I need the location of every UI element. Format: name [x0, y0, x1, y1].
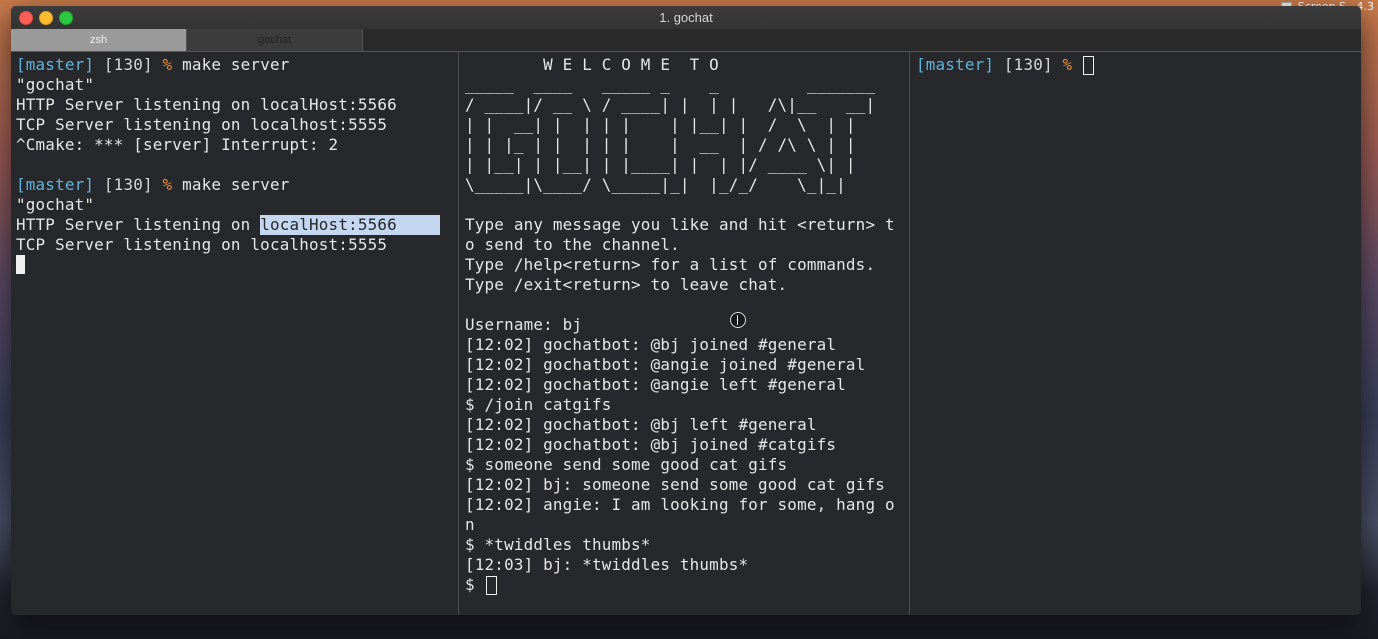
prompt-line: [master] [130] % make server [16, 55, 440, 75]
chat-line: Username: bj [465, 315, 583, 334]
selected-text[interactable]: localHost:5566 [260, 215, 441, 235]
command-text: make server [172, 175, 290, 194]
output-line: HTTP Server listening on localHost:5566 [16, 215, 441, 235]
terminal-cursor [1083, 56, 1095, 75]
prompt-symbol: % [1062, 55, 1073, 74]
output-line: HTTP Server listening on localHost:5566 [16, 95, 397, 114]
chat-line: [12:02] gochatbot: @angie left #general [465, 375, 846, 394]
intro-line: Type /exit<return> to leave chat. [465, 275, 788, 294]
output-line: ^Cmake: *** [server] Interrupt: 2 [16, 135, 339, 154]
terminal-window: 1. gochat zsh gochat [master] [130] % ma… [11, 6, 1361, 615]
ascii-art-line: | | __| | | | | | |__| | / \ | | [465, 115, 856, 134]
output-text: HTTP Server listening on [16, 215, 261, 234]
tab-bar: zsh gochat [11, 29, 1361, 52]
chat-line: [12:03] bj: *twiddles thumbs* [465, 555, 749, 574]
chat-line: $ *twiddles thumbs* [465, 535, 651, 554]
cursor-line [16, 255, 440, 275]
chat-input-line[interactable]: $ [465, 575, 895, 595]
exit-code: [130] [994, 55, 1063, 74]
output-line: TCP Server listening on localhost:5555 [16, 115, 388, 134]
ascii-art-line: | | |_ | | | | | | __ | / /\ \ | | [465, 135, 856, 154]
mouse-cursor-icon [730, 312, 746, 328]
window-title: 1. gochat [659, 10, 713, 25]
left-pane[interactable]: [master] [130] % make server "gochat" HT… [11, 52, 458, 615]
intro-line: Type any message you like and hit <retur… [465, 215, 895, 234]
exit-code: [130] [94, 175, 163, 194]
chat-line: $ /join catgifs [465, 395, 612, 414]
chat-line: [12:02] gochatbot: @angie joined #genera… [465, 355, 866, 374]
chat-line: n [465, 515, 475, 534]
ascii-art-line: _____ ____ _____ _ _ _______ [465, 75, 876, 94]
chat-line: [12:02] angie: I am looking for some, ha… [465, 495, 895, 514]
terminal-cursor [485, 576, 497, 595]
chat-prompt: $ [465, 575, 485, 594]
chat-line: [12:02] gochatbot: @bj joined #general [465, 335, 837, 354]
chat-line: [12:02] gochatbot: @bj joined #catgifs [465, 435, 837, 454]
output-line: "gochat" [16, 75, 95, 94]
tab-zsh[interactable]: zsh [11, 29, 186, 51]
prompt-symbol: % [162, 55, 173, 74]
intro-line [465, 295, 895, 315]
welcome-banner: W E L C O M E T O [465, 55, 719, 74]
title-bar[interactable]: 1. gochat [11, 6, 1361, 30]
output-line: TCP Server listening on localhost:5555 [16, 235, 388, 254]
left-pane-output: [master] [130] % make server "gochat" HT… [16, 55, 441, 275]
intro-line: o send to the channel. [465, 235, 680, 254]
terminal-cursor [16, 255, 25, 274]
output-line: "gochat" [16, 195, 95, 214]
prompt-line[interactable]: [master] [130] % [916, 55, 1095, 75]
ascii-art-line: / ____|/ __ \ / ____| | | | /\|__ __| [465, 95, 876, 114]
chat-line: [12:02] gochatbot: @bj left #general [465, 415, 817, 434]
ascii-art-line: | |__| | |__| | |____| | | |/ ____ \| | [465, 155, 856, 174]
ascii-art-line: \_____|\____/ \_____|_| |_/_/ \_|_| [465, 175, 846, 194]
right-pane-output: [master] [130] % [916, 55, 1095, 75]
command-text: make server [172, 55, 290, 74]
exit-code: [130] [94, 55, 163, 74]
right-pane[interactable]: [master] [130] % [910, 52, 1361, 615]
chat-line: [12:02] bj: someone send some good cat g… [465, 475, 885, 494]
git-branch: [master] [16, 55, 95, 74]
middle-pane[interactable]: W E L C O M E T O _____ ____ _____ _ _ _… [459, 52, 909, 615]
chat-output: W E L C O M E T O _____ ____ _____ _ _ _… [465, 55, 895, 595]
git-branch: [master] [16, 175, 95, 194]
prompt-line: [master] [130] % make server [16, 175, 440, 195]
git-branch: [master] [916, 55, 995, 74]
prompt-symbol: % [162, 175, 173, 194]
tab-gochat[interactable]: gochat [186, 29, 363, 51]
chat-line: $ someone send some good cat gifs [465, 455, 788, 474]
intro-line: Type /help<return> for a list of command… [465, 255, 876, 274]
